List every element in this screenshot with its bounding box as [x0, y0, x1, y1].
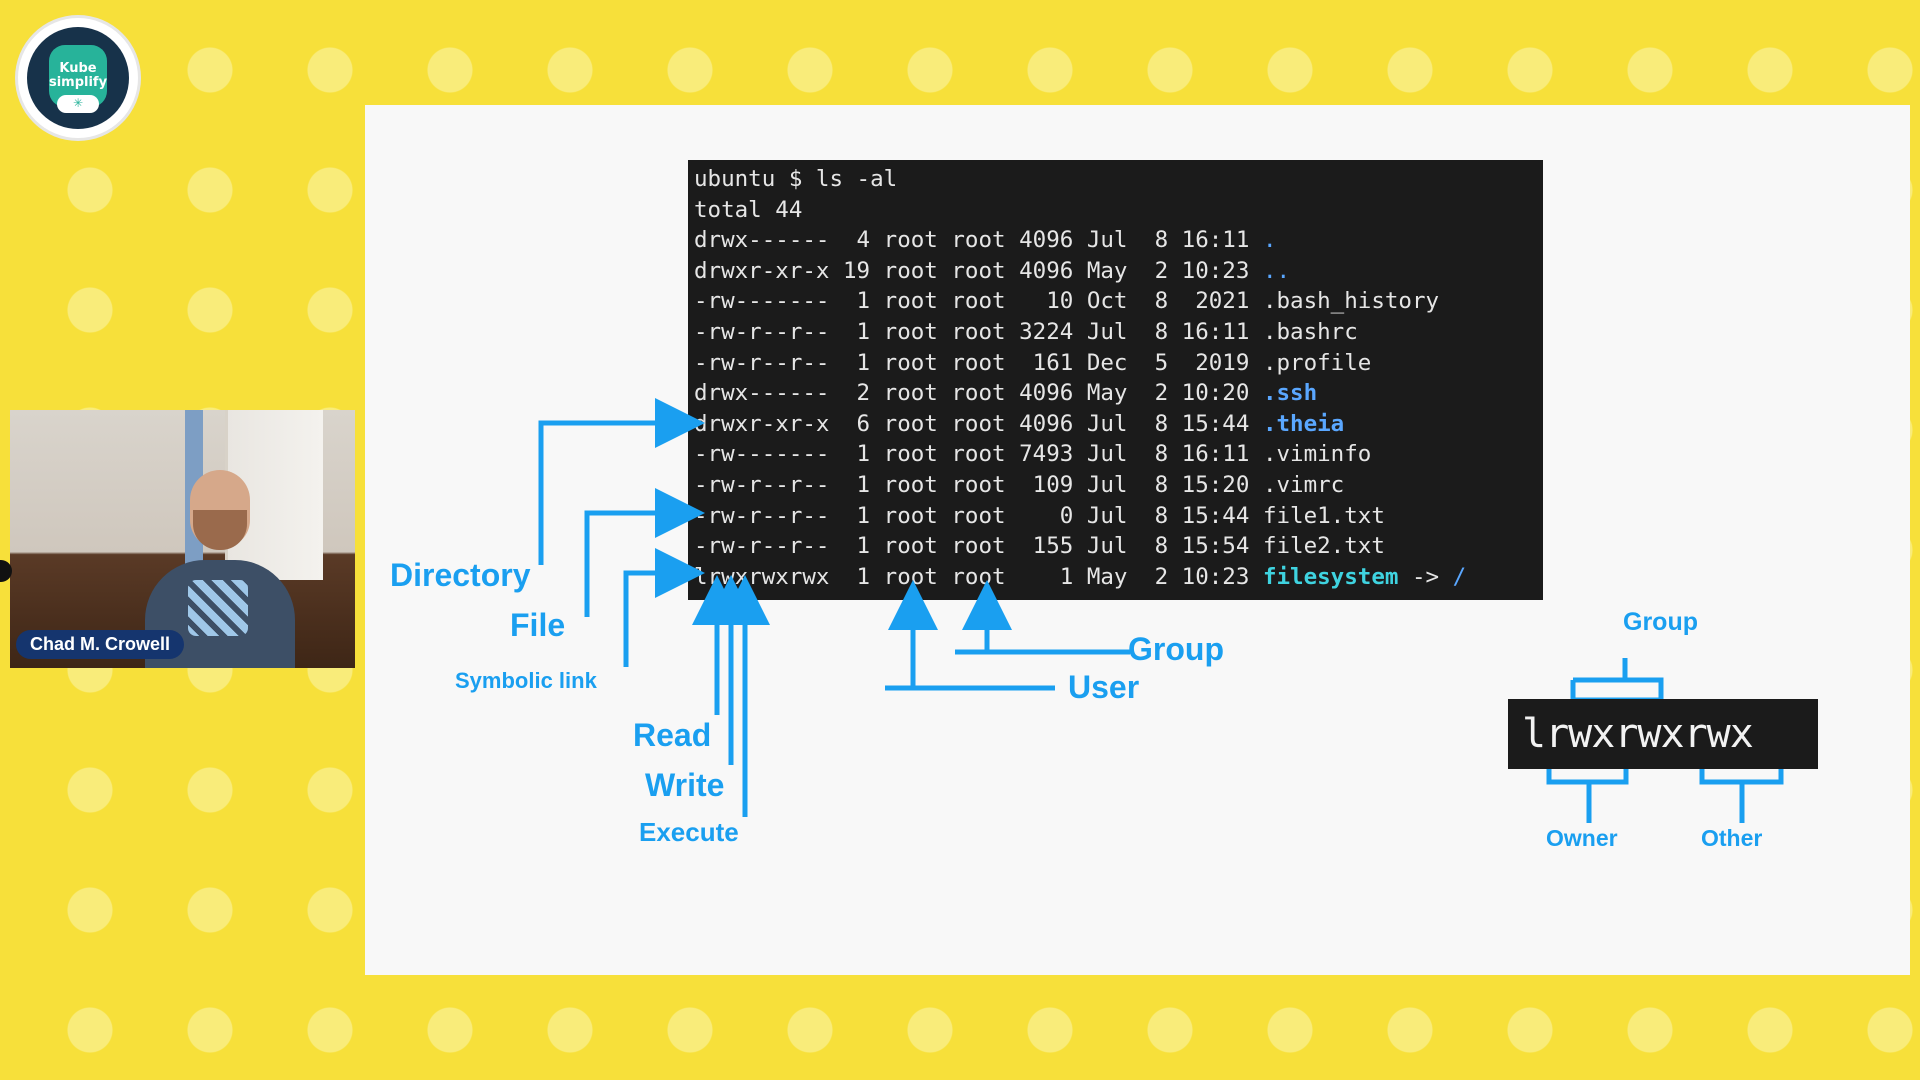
user-arrow	[913, 605, 1055, 691]
label-execute: Execute	[639, 817, 739, 847]
perm-label-other: Other	[1701, 825, 1763, 851]
label-write: Write	[645, 767, 725, 803]
label-directory: Directory	[390, 557, 531, 593]
label-symbolic-link: Symbolic link	[455, 668, 597, 693]
logo-line-2: simplify	[48, 75, 108, 90]
kubesimplify-logo: Kube simplify ✳	[18, 18, 138, 138]
permission-string: lrwxrwxrwx	[1522, 711, 1754, 757]
logo-line-1: Kube	[59, 61, 97, 76]
label-read: Read	[633, 717, 712, 753]
presenter-name-tag: Chad M. Crowell	[16, 630, 185, 659]
perm-label-group: Group	[1623, 608, 1698, 636]
group-bracket	[1570, 658, 1664, 703]
label-group: Group	[1128, 631, 1224, 667]
directory-arrow	[538, 398, 705, 565]
file-arrow	[584, 488, 705, 617]
permission-string-box: lrwxrwxrwx	[1508, 699, 1818, 769]
group-arrow	[987, 605, 1130, 655]
symlink-arrow	[623, 548, 705, 667]
helm-icon: ✳	[72, 96, 84, 110]
annotation-arrows	[538, 398, 1784, 823]
label-file: File	[510, 607, 566, 643]
shirt-print	[188, 580, 248, 636]
presenter-webcam: Chad M. Crowell	[10, 410, 355, 668]
perm-label-owner: Owner	[1546, 825, 1618, 851]
logo-badge: Kube simplify ✳	[27, 27, 129, 129]
slide: ubuntu $ ls -al total 44 drwx------ 4 root…	[365, 105, 1910, 975]
label-user: User	[1068, 669, 1140, 705]
